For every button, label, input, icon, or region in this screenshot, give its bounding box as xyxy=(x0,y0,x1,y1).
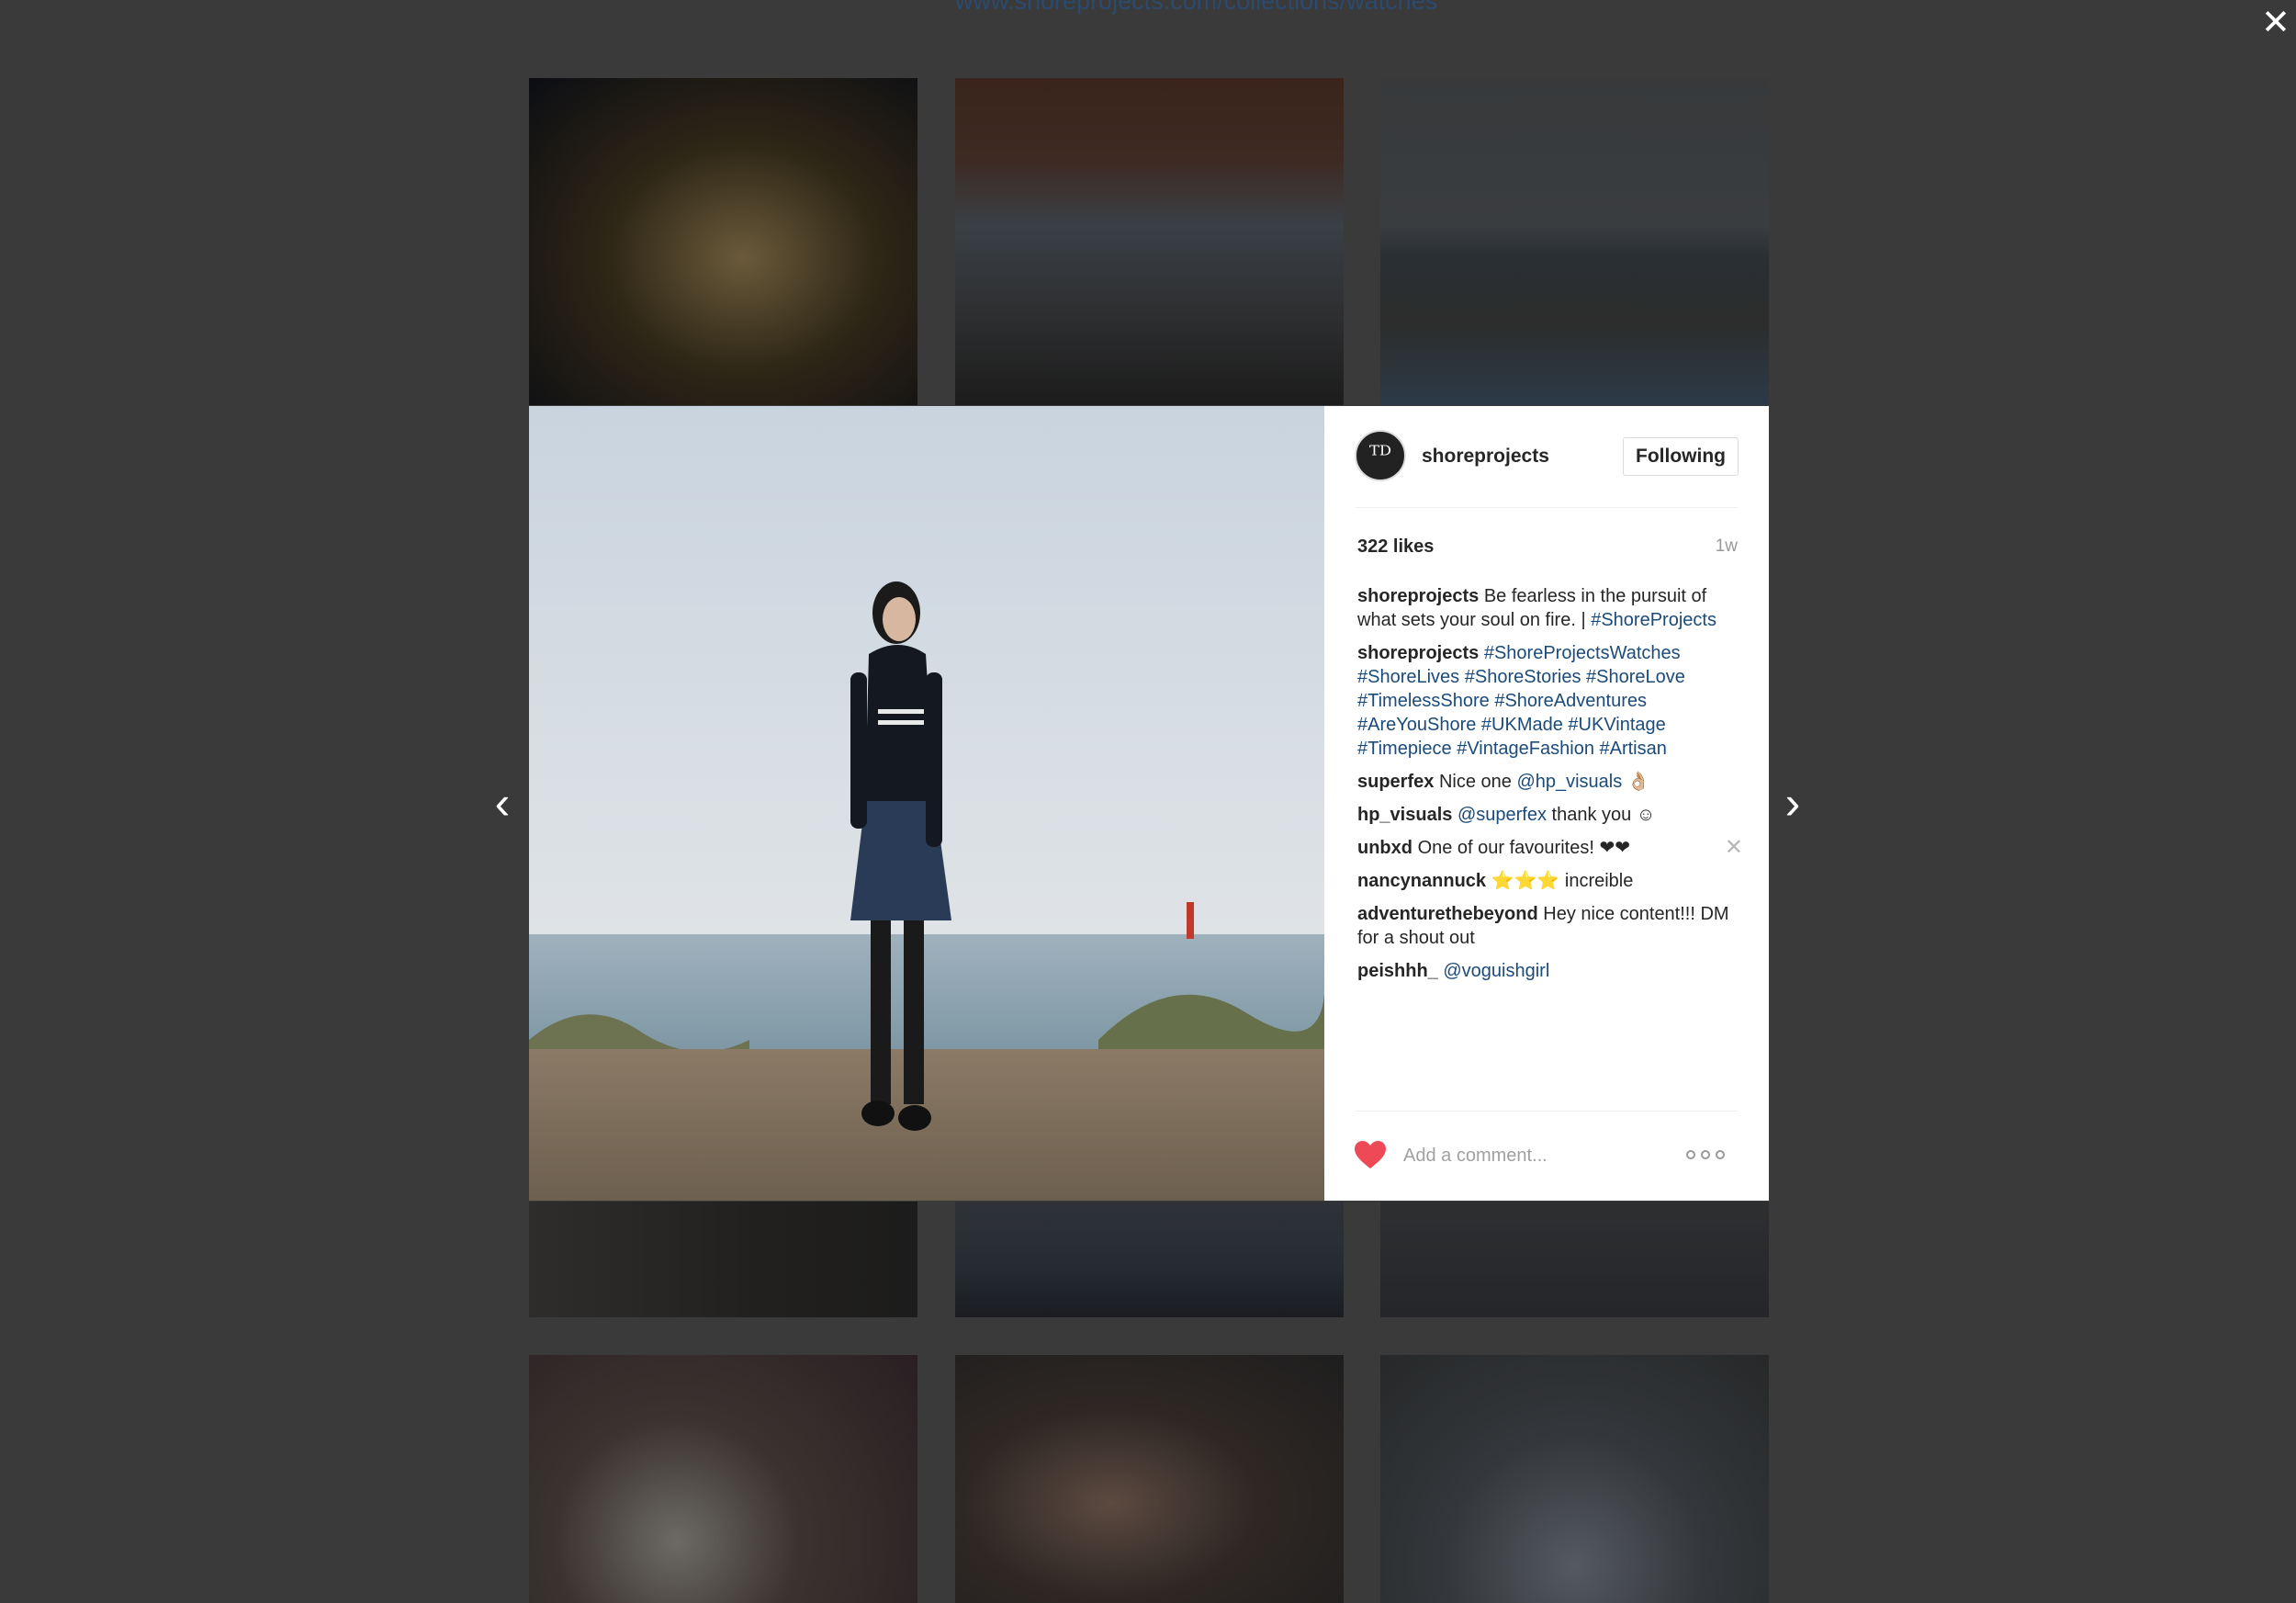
post-age[interactable]: 1w xyxy=(1716,536,1738,557)
next-post-icon[interactable]: › xyxy=(1774,775,1811,830)
post-photo xyxy=(529,406,1324,1201)
delete-comment-icon[interactable]: ✕ xyxy=(1725,836,1743,860)
comment-mention[interactable]: @voguishgirl xyxy=(1443,961,1549,981)
comment-username[interactable]: adventurethebeyond xyxy=(1357,904,1538,924)
grid-photo[interactable] xyxy=(1380,1202,1769,1317)
previous-post-icon[interactable]: ‹ xyxy=(484,775,521,830)
comment: nancynannuck ⭐⭐⭐ increible xyxy=(1357,869,1743,893)
page-url-link[interactable]: www.shoreprojects.com/collections/watche… xyxy=(955,0,1437,16)
comment-username[interactable]: superfex xyxy=(1357,772,1434,792)
divider xyxy=(1356,507,1738,508)
grid-photo[interactable] xyxy=(529,1202,917,1317)
avatar[interactable]: ᵀᴰ xyxy=(1355,430,1406,481)
grid-photo[interactable] xyxy=(955,1202,1344,1317)
comment-text: thank you ☺ xyxy=(1551,805,1656,825)
comment-text: ⭐⭐⭐ increible xyxy=(1491,871,1634,891)
grid-photo[interactable] xyxy=(529,1355,917,1603)
comment: unbxd One of our favourites! ❤❤ ✕ xyxy=(1357,836,1743,860)
comments-list: shoreprojects Be fearless in the pursuit… xyxy=(1357,584,1743,992)
post-sidebar: ᵀᴰ shoreprojects Following 322 likes 1w … xyxy=(1324,406,1769,1201)
comment-username[interactable]: unbxd xyxy=(1357,838,1412,858)
comment-username[interactable]: nancynannuck xyxy=(1357,871,1486,891)
grid-photo[interactable] xyxy=(1380,78,1769,405)
post-modal: ᵀᴰ shoreprojects Following 322 likes 1w … xyxy=(529,406,1769,1201)
comment-mention[interactable]: @superfex xyxy=(1458,805,1547,825)
post-username[interactable]: shoreprojects xyxy=(1422,446,1549,468)
add-comment-input[interactable] xyxy=(1401,1141,1681,1170)
following-button[interactable]: Following xyxy=(1623,437,1739,476)
comment: adventurethebeyond Hey nice content!!! D… xyxy=(1357,902,1743,950)
comment: shoreprojects #ShoreProjectsWatches #Sho… xyxy=(1357,641,1743,761)
grid-photo[interactable] xyxy=(529,78,917,405)
comment-username[interactable]: hp_visuals xyxy=(1357,805,1452,825)
comment: hp_visuals @superfex thank you ☺ xyxy=(1357,803,1743,827)
grid-photo[interactable] xyxy=(1380,1355,1769,1603)
divider xyxy=(1356,1111,1738,1112)
likes-count[interactable]: 322 likes xyxy=(1357,536,1434,558)
comment: peishhh_ @voguishgirl xyxy=(1357,959,1743,983)
comment-username[interactable]: shoreprojects xyxy=(1357,586,1479,606)
post-header: ᵀᴰ shoreprojects Following xyxy=(1324,406,1769,507)
close-icon[interactable]: ✕ xyxy=(2261,6,2290,40)
comment-hashtag[interactable]: #ShoreProjects xyxy=(1591,610,1716,630)
comment-emoji: 👌🏼 xyxy=(1626,772,1650,792)
comment-username[interactable]: shoreprojects xyxy=(1357,643,1479,663)
comment: superfex Nice one @hp_visuals 👌🏼 xyxy=(1357,770,1743,794)
grid-photo[interactable] xyxy=(955,78,1344,405)
comment-username[interactable]: peishhh_ xyxy=(1357,961,1438,981)
grid-photo[interactable] xyxy=(955,1355,1344,1603)
comment: shoreprojects Be fearless in the pursuit… xyxy=(1357,584,1743,632)
comment-mention[interactable]: @hp_visuals xyxy=(1516,772,1622,792)
more-options-icon[interactable] xyxy=(1683,1143,1728,1167)
comment-text: Nice one xyxy=(1438,772,1512,792)
heart-icon[interactable] xyxy=(1354,1140,1387,1169)
comment-text: One of our favourites! ❤❤ xyxy=(1417,838,1630,858)
